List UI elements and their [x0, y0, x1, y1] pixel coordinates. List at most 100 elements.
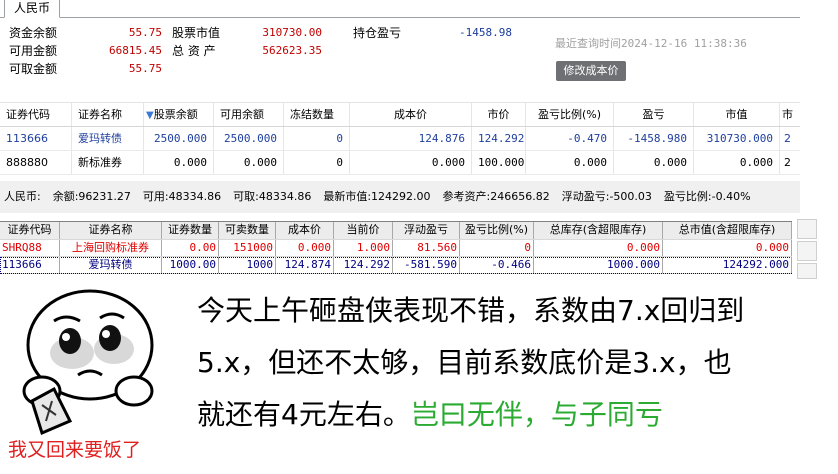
comment-section: 我又回来要饭了 今天上午砸盘侠表现不错，系数由7.x回归到 5.x，但还不太够，… [0, 281, 838, 474]
cell-sellable: 1000 [219, 257, 276, 273]
last-query-time: 最近查询时间2024-12-16 11:38:36 [555, 35, 747, 51]
table-header-row: 证券代码 证券名称 ▼股票余额 可用余额 冻结数量 成本价 市价 盈亏比例(%)… [0, 102, 800, 127]
cell-cost: 124.876 [350, 127, 472, 150]
summary-bar: 人民币: 余额:96231.27 可用:48334.86 可取:48334.86 最新市… [0, 181, 800, 213]
tab-rmb[interactable]: 人民币 [4, 0, 60, 18]
cash-balance-label: 资金余额 [9, 26, 58, 40]
withdrawable-text: 可取:48334.86 [233, 190, 312, 203]
cell-name: 爱玛转债 [72, 127, 144, 150]
available-value: 66815.45 [109, 44, 162, 57]
col-header[interactable]: 市 [780, 103, 800, 126]
col-header[interactable]: 总市值(含超限库存) [663, 222, 792, 239]
table-row[interactable]: 113666 爱玛转债 2500.000 2500.000 0 124.876 … [0, 127, 800, 151]
query-time-value: 2024-12-16 11:38:36 [621, 37, 747, 50]
comment-line-text: 就还有4元左右。 [197, 398, 411, 431]
meme-caption: 我又回来要饭了 [8, 439, 142, 461]
col-header[interactable]: 证券名称 [60, 222, 162, 239]
cell-price: 124.292 [334, 257, 393, 273]
cell-qty: 1000.00 [162, 257, 219, 273]
cell-balance: 2500.000 [144, 127, 214, 150]
table-row[interactable]: SHRQ88 上海回购标准券 0.00 151000 0.000 1.000 8… [0, 240, 792, 257]
col-header[interactable]: 盈亏 [614, 103, 694, 126]
cell-market-value: 310730.000 [694, 127, 780, 150]
col-header[interactable]: 冻结数量 [284, 103, 350, 126]
col-header[interactable]: 成本价 [350, 103, 472, 126]
cash-balance-value: 55.75 [128, 26, 162, 39]
modify-cost-button[interactable]: 修改成本价 [556, 61, 626, 81]
currency-label: 人民币: [4, 190, 41, 203]
cell-available: 0.000 [214, 151, 284, 174]
side-scroll-button[interactable] [797, 241, 817, 261]
col-header[interactable]: 当前价 [334, 222, 393, 239]
account-panel-1: 人民币 资金余额 55.75 可用金额 66815.45 可取金额 55.75 … [0, 0, 800, 176]
col-header[interactable]: 总库存(含超限库存) [534, 222, 663, 239]
total-assets-label: 总 资 产 [172, 44, 216, 58]
cell-extra: 2 [784, 132, 791, 145]
cell-name: 爱玛转债 [60, 257, 162, 273]
side-scroll-button[interactable] [797, 219, 817, 239]
col-header[interactable]: 证券代码 [0, 103, 72, 126]
sort-down-triangle-icon: ▼ [146, 110, 154, 121]
comment-text: 今天上午砸盘侠表现不错，系数由7.x回归到 5.x，但还不太够，目前系数底价是3… [197, 285, 837, 441]
latest-mv-text: 最新市值:124292.00 [323, 190, 431, 203]
comment-line: 就还有4元左右。岂曰无伴，与子同亏 [197, 389, 837, 441]
col-header[interactable]: ▼股票余额 [144, 103, 214, 126]
col-header[interactable]: 市价 [472, 103, 526, 126]
cell-pnl-ratio: 0 [460, 240, 534, 256]
cell-cost: 0.000 [276, 240, 334, 256]
comment-line: 今天上午砸盘侠表现不错，系数由7.x回归到 [197, 294, 745, 327]
cell-price: 100.000 [472, 151, 526, 174]
cell-price: 124.292 [472, 127, 526, 150]
cell-price: 1.000 [334, 240, 393, 256]
col-header[interactable]: 盈亏比例(%) [526, 103, 614, 126]
col-header[interactable]: 证券数量 [162, 222, 219, 239]
cell-available: 2500.000 [214, 127, 284, 150]
balance-text: 余额:96231.27 [52, 190, 131, 203]
cell-code: 113666 [0, 127, 72, 150]
cell-pnl-ratio: -0.466 [460, 257, 534, 273]
position-pnl-value: -1458.98 [459, 26, 512, 39]
tab-divider [0, 17, 800, 18]
col-header[interactable]: 可卖数量 [219, 222, 276, 239]
stock-value-label: 股票市值 [172, 26, 221, 40]
available-label: 可用金额 [9, 44, 58, 58]
cell-pnl: 0.000 [614, 151, 694, 174]
col-header[interactable]: 盈亏比例(%) [460, 222, 534, 239]
floating-pnl-text: 浮动盈亏:-500.03 [561, 190, 652, 203]
cell-frozen: 0 [284, 127, 350, 150]
cell-floating-pnl: -581.590 [393, 257, 460, 273]
col-header[interactable]: 可用余额 [214, 103, 284, 126]
withdrawable-label: 可取金额 [9, 62, 58, 76]
withdrawable-value: 55.75 [128, 62, 162, 75]
query-time-label: 最近查询时间 [555, 37, 621, 50]
cell-sellable: 151000 [219, 240, 276, 256]
col-header[interactable]: 成本价 [276, 222, 334, 239]
cell-frozen: 0 [284, 151, 350, 174]
cell-qty: 0.00 [162, 240, 219, 256]
cell-name: 新标准券 [72, 151, 144, 174]
account-panel-2: 人民币: 余额:96231.27 可用:48334.86 可取:48334.86 最新市… [0, 181, 817, 279]
cell-pnl: -1458.980 [614, 127, 694, 150]
positions-table-2: 证券代码 证券名称 证券数量 可卖数量 成本价 当前价 浮动盈亏 盈亏比例(%)… [0, 221, 792, 274]
available-text: 可用:48334.86 [142, 190, 222, 203]
col-header[interactable]: 证券名称 [72, 103, 144, 126]
cell-code: 888880 [0, 151, 72, 174]
cell-code: SHRQ88 [0, 240, 60, 256]
col-header[interactable]: 证券代码 [0, 222, 60, 239]
cell-extra: 2 [784, 156, 791, 169]
comment-green-quote: 岂曰无伴，与子同亏 [410, 398, 663, 431]
side-scroll-button[interactable] [797, 263, 817, 279]
pnl-ratio-text: 盈亏比例:-0.40% [663, 190, 751, 203]
cell-pnl-ratio: 0.000 [526, 151, 614, 174]
table-row[interactable]: 888880 新标准券 0.000 0.000 0 0.000 100.000 … [0, 151, 800, 175]
col-header[interactable]: 浮动盈亏 [393, 222, 460, 239]
cell-floating-pnl: 81.560 [393, 240, 460, 256]
col-header[interactable]: 市值 [694, 103, 780, 126]
position-pnl-label: 持仓盈亏 [353, 26, 402, 40]
table-header-row: 证券代码 证券名称 证券数量 可卖数量 成本价 当前价 浮动盈亏 盈亏比例(%)… [0, 222, 792, 240]
table-row[interactable]: 113666 爱玛转债 1000.00 1000 124.874 124.292… [0, 257, 792, 274]
cell-total-inventory: 1000.000 [534, 257, 663, 273]
crying-beggar-face-icon [22, 289, 154, 436]
cell-total-mv: 0.000 [663, 240, 792, 256]
cell-total-inventory: 0.000 [534, 240, 663, 256]
